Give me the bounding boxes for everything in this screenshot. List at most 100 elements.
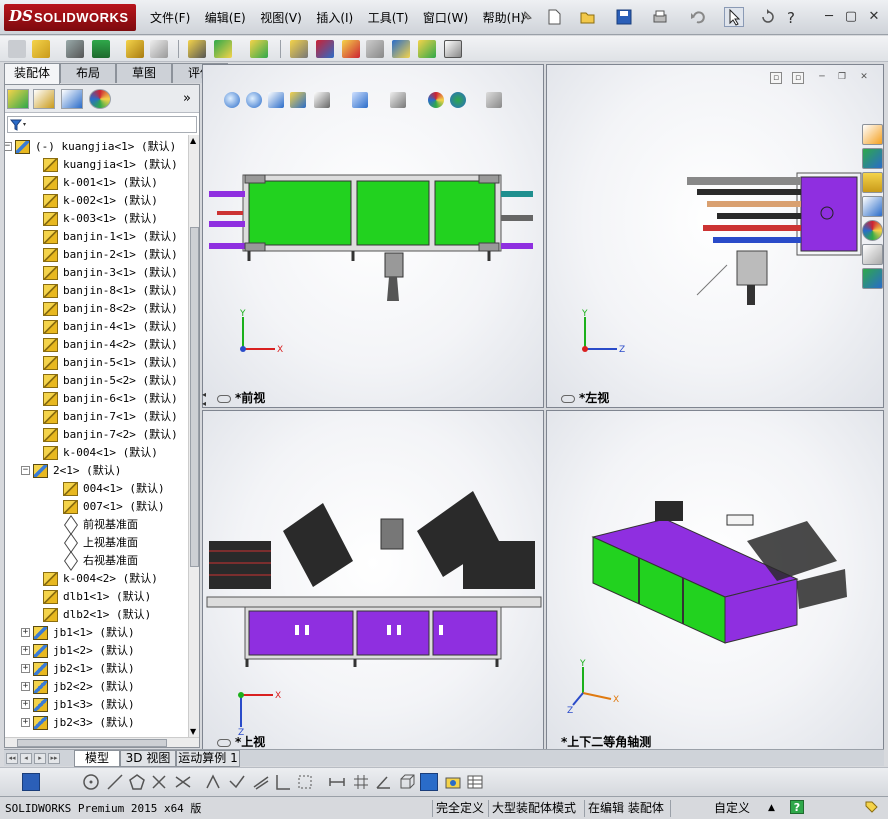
viewport-front[interactable]: Y X *前视 [202,64,544,408]
angle-icon[interactable] [374,773,392,791]
tree-item[interactable]: banjin-5<2> (默认) [5,372,188,390]
tree-item[interactable]: banjin-7<1> (默认) [5,408,188,426]
restore-icon[interactable]: ❐ [836,72,848,84]
tree-item[interactable]: kuangjia<1> (默认) [5,156,188,174]
expand-icon[interactable]: + [21,628,30,637]
home-icon[interactable] [862,124,883,145]
insert-component-icon[interactable] [32,40,50,58]
tree-item[interactable]: − (-) kuangjia<1> (默认) [5,138,188,156]
link-icon[interactable] [561,394,575,403]
tree-vertical-scrollbar[interactable]: ▲ ▼ [188,135,199,737]
tab-sketch[interactable]: 草图 [116,63,172,83]
mirror-icon[interactable] [174,773,192,791]
tree-item[interactable]: 004<1> (默认) [5,480,188,498]
tree-item[interactable]: banjin-2<1> (默认) [5,246,188,264]
viewport-isometric[interactable]: Y X Z *上下二等角轴测 [546,410,884,750]
convert-icon[interactable] [228,773,246,791]
menu-insert[interactable]: 插入(I) [316,9,353,26]
maximize-icon[interactable]: ▢ [842,9,860,25]
smart-fasteners-icon[interactable] [126,40,144,58]
tree-item[interactable]: banjin-5<1> (默认) [5,354,188,372]
configuration-manager-tab-icon[interactable] [61,89,83,109]
panel-collapse-icon[interactable]: ◂ ◂ [202,390,208,420]
mate-icon[interactable] [66,40,84,58]
collapse-icon[interactable]: − [5,142,12,151]
tab-last-icon[interactable]: ▸▸ [48,753,60,764]
display-style-icon[interactable] [352,92,368,108]
view-orientation-icon[interactable] [314,92,330,108]
edit-component-icon[interactable] [8,40,26,58]
offset-icon[interactable] [204,773,222,791]
grid-icon[interactable] [352,773,370,791]
shaded-icon[interactable] [420,773,438,791]
tree-item[interactable]: banjin-8<1> (默认) [5,282,188,300]
assembly-features-icon[interactable] [214,40,232,58]
menu-tools[interactable]: 工具(T) [368,9,409,26]
scroll-down-icon[interactable]: ▼ [190,727,196,736]
close-icon[interactable]: ✕ [865,9,883,25]
scroll-thumb[interactable] [17,739,167,747]
tile-icon[interactable]: ▫ [770,72,782,84]
tree-item[interactable]: + jb1<2> (默认) [5,642,188,660]
filter-bar[interactable] [7,116,197,133]
custom-properties-icon[interactable] [862,244,883,265]
pin-icon[interactable] [516,7,536,27]
new-motion-study-icon[interactable] [290,40,308,58]
tab-layout[interactable]: 布局 [60,63,116,83]
tree-item[interactable]: banjin-3<1> (默认) [5,264,188,282]
select-icon[interactable] [724,7,744,27]
tab-next-icon[interactable]: ▸ [34,753,46,764]
filter-icon[interactable] [8,117,30,132]
tree-item[interactable]: banjin-1<1> (默认) [5,228,188,246]
tree-item[interactable]: + jb2<2> (默认) [5,678,188,696]
collapse-icon[interactable]: − [21,466,30,475]
cube-icon[interactable] [398,773,416,791]
trim-icon[interactable] [150,773,168,791]
quick-help-icon[interactable]: ? [790,800,804,814]
close-icon[interactable]: ✕ [858,72,870,84]
tree-item[interactable]: k-004<2> (默认) [5,570,188,588]
previous-view-icon[interactable] [268,92,284,108]
expand-icon[interactable]: + [21,700,30,709]
table-icon[interactable] [466,773,484,791]
tab-model[interactable]: 模型 [74,750,120,767]
undo-icon[interactable] [688,7,708,27]
show-hidden-icon[interactable] [188,40,206,58]
tag-icon[interactable] [864,800,878,817]
move-component-icon[interactable] [150,40,168,58]
tab-3d-view[interactable]: 3D 视图 [120,750,176,767]
tree-item[interactable]: 上视基准面 [5,534,188,552]
viewport-top[interactable]: X Z *上视 [202,410,544,750]
minimize-icon[interactable]: ─ [820,9,838,25]
tree-item[interactable]: banjin-4<2> (默认) [5,336,188,354]
zoom-to-fit-icon[interactable] [224,92,240,108]
minimize-icon[interactable]: ─ [816,72,828,84]
reference-geometry-icon[interactable] [250,40,268,58]
tree-horizontal-scrollbar[interactable] [5,737,199,747]
appearances-icon[interactable] [862,220,883,241]
link-icon[interactable] [217,738,231,747]
tree-item[interactable]: banjin-8<2> (默认) [5,300,188,318]
open-icon[interactable] [578,7,598,27]
link-icon[interactable] [217,394,231,403]
apply-scene-icon[interactable] [450,92,466,108]
tree-item[interactable]: banjin-6<1> (默认) [5,390,188,408]
update-speedpak-icon[interactable] [418,40,436,58]
smart-dimension-icon[interactable] [252,773,270,791]
view-settings-icon[interactable] [486,92,502,108]
tree-item[interactable]: 007<1> (默认) [5,498,188,516]
tab-prev-icon[interactable]: ◂ [20,753,32,764]
bill-of-materials-icon[interactable] [316,40,334,58]
tree-item[interactable]: + jb1<3> (默认) [5,696,188,714]
custom-units[interactable]: 自定义 [714,800,750,817]
units-dropdown-icon[interactable]: ▲ [768,800,775,817]
tree-item[interactable]: banjin-4<1> (默认) [5,318,188,336]
circle-icon[interactable] [82,773,100,791]
line-icon[interactable] [106,773,124,791]
tree-item[interactable]: banjin-7<2> (默认) [5,426,188,444]
scroll-up-icon[interactable]: ▲ [190,136,196,145]
take-snapshot-icon[interactable] [444,40,462,58]
relations-icon[interactable] [274,773,292,791]
design-library-icon[interactable] [862,148,883,169]
zoom-to-area-icon[interactable] [246,92,262,108]
